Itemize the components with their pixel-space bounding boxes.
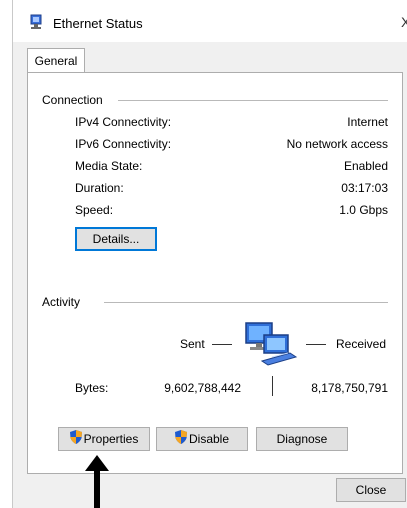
bytes-received-value: 8,178,750,791 xyxy=(311,381,388,395)
properties-button[interactable]: Properties xyxy=(58,427,150,451)
bytes-label: Bytes: xyxy=(75,381,109,395)
pointer-arrow-icon xyxy=(85,455,109,508)
speed-value: 1.0 Gbps xyxy=(339,203,388,217)
activity-divider xyxy=(104,302,388,303)
close-button[interactable]: Close xyxy=(336,478,406,502)
sent-line xyxy=(212,344,232,345)
received-label: Received xyxy=(336,337,387,351)
bytes-divider xyxy=(272,376,273,396)
activity-group-title: Activity xyxy=(42,295,85,309)
connection-group-title: Connection xyxy=(42,93,107,107)
window-close-button[interactable]: X xyxy=(401,14,407,30)
title-bar: Ethernet Status X xyxy=(13,0,407,42)
duration-label: Duration: xyxy=(75,181,124,195)
received-line xyxy=(306,344,326,345)
network-adapter-icon xyxy=(29,14,43,33)
speed-label: Speed: xyxy=(75,203,114,217)
tab-general[interactable]: General xyxy=(27,48,85,73)
properties-button-label: Properties xyxy=(83,432,139,446)
diagnose-button[interactable]: Diagnose xyxy=(256,427,348,451)
general-panel: Connection IPv4 Connectivity: Internet I… xyxy=(27,72,403,474)
connection-divider xyxy=(118,100,388,101)
uac-shield-icon xyxy=(174,429,187,451)
disable-button-label: Disable xyxy=(188,432,230,446)
bytes-sent-value: 9,602,788,442 xyxy=(164,381,241,395)
ipv4-connectivity-value: Internet xyxy=(347,115,388,129)
network-computers-icon xyxy=(242,319,302,372)
ipv6-connectivity-value: No network access xyxy=(286,137,388,151)
uac-shield-icon xyxy=(69,429,82,451)
ipv6-connectivity-label: IPv6 Connectivity: xyxy=(75,137,172,151)
sent-label: Sent xyxy=(180,337,205,351)
details-button[interactable]: Details... xyxy=(75,227,157,251)
duration-value: 03:17:03 xyxy=(341,181,388,195)
ethernet-status-window: Ethernet Status X General Connection IPv… xyxy=(12,0,407,508)
disable-button[interactable]: Disable xyxy=(156,427,248,451)
media-state-label: Media State: xyxy=(75,159,143,173)
window-title: Ethernet Status xyxy=(53,16,143,31)
ipv4-connectivity-label: IPv4 Connectivity: xyxy=(75,115,172,129)
media-state-value: Enabled xyxy=(343,159,388,173)
